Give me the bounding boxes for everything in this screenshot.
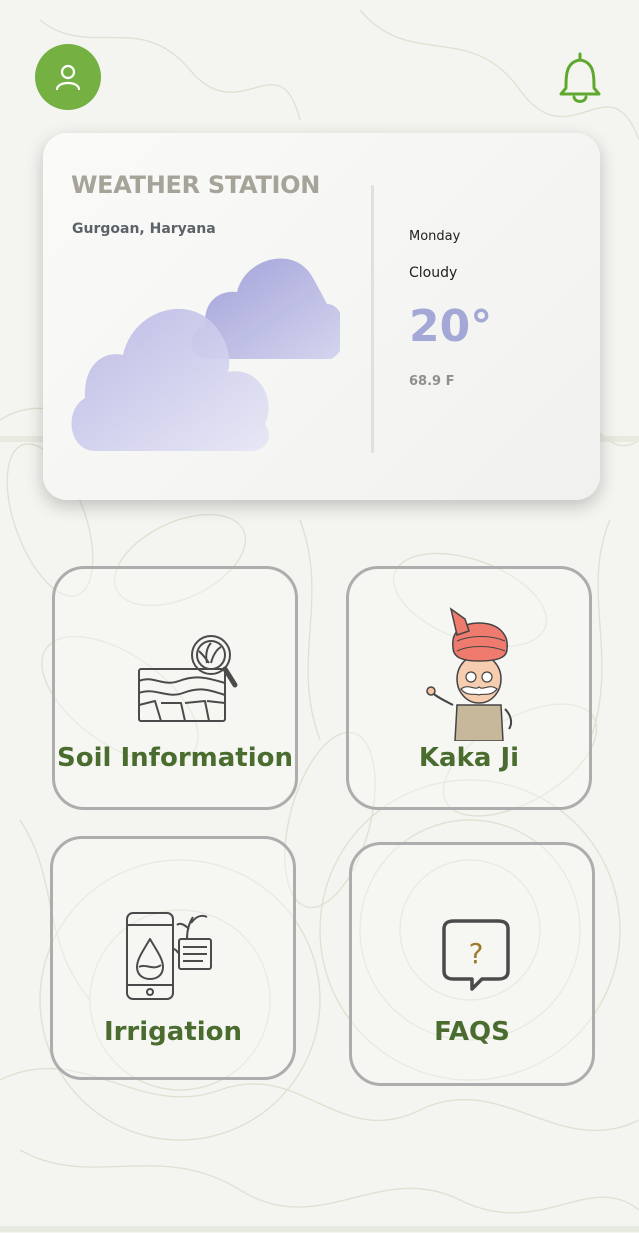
weather-title: WEATHER STATION [71, 171, 321, 199]
question-chat-icon: ? [442, 919, 510, 991]
cloud-icon [71, 258, 340, 451]
weather-temperature-fahrenheit: 68.9 F [409, 374, 455, 389]
band-divider-bottom [0, 1226, 639, 1232]
tile-label-faqs: FAQS [434, 1017, 510, 1047]
weather-divider [371, 185, 374, 453]
weather-day: Monday [409, 229, 461, 244]
notification-button[interactable] [552, 48, 608, 106]
weather-location: Gurgoan, Haryana [72, 221, 216, 237]
weather-card[interactable]: WEATHER STATION Gurgoan, Haryana Monday … [43, 133, 600, 500]
tile-kaka-ji[interactable]: Kaka Ji [346, 566, 592, 810]
tile-irrigation[interactable]: Irrigation [50, 836, 296, 1080]
tile-label-soil-information: Soil Information [57, 743, 293, 773]
weather-condition: Cloudy [409, 265, 458, 281]
user-icon [55, 64, 81, 91]
farmer-mascot-icon [426, 607, 513, 741]
profile-button[interactable] [35, 44, 101, 110]
soil-icon [138, 635, 238, 722]
irrigation-phone-icon [126, 912, 212, 1000]
tile-label-kaka-ji: Kaka Ji [418, 743, 520, 773]
svg-text:?: ? [469, 937, 484, 970]
tile-faqs[interactable]: ? FAQS [349, 842, 595, 1086]
tile-soil-information[interactable]: Soil Information [52, 566, 298, 810]
tile-label-irrigation: Irrigation [103, 1017, 243, 1047]
weather-temperature: 20° [409, 301, 493, 352]
bell-icon [559, 52, 601, 103]
